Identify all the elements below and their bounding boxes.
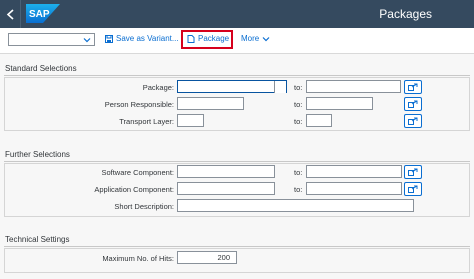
transport-to-field[interactable] [306, 114, 332, 127]
value-help-icon[interactable] [274, 81, 286, 93]
standard-selections-title: Standard Selections [5, 64, 77, 73]
application-from-field[interactable] [177, 182, 275, 195]
person-responsible-label: Person Responsible: [104, 100, 174, 109]
multiple-selection-icon [408, 117, 418, 125]
package-from-field[interactable] [177, 80, 287, 93]
package-label: Package: [142, 83, 174, 92]
save-icon [105, 34, 113, 43]
save-as-variant-label: Save as Variant... [116, 34, 179, 43]
application-component-label: Application Component: [94, 185, 174, 194]
toolbar: Save as Variant... Package More [0, 28, 474, 54]
short-description-field[interactable] [177, 199, 414, 212]
transport-layer-label: Transport Layer: [119, 117, 174, 126]
multiple-selection-button[interactable] [404, 80, 422, 94]
software-to-field[interactable] [306, 165, 402, 178]
multiple-selection-button[interactable] [404, 114, 422, 128]
transport-from-field[interactable] [177, 114, 204, 127]
to-label: to: [294, 117, 303, 126]
chevron-down-icon [262, 36, 270, 41]
multiple-selection-button[interactable] [404, 97, 422, 111]
page-title: Packages [379, 7, 432, 21]
multiple-selection-icon [408, 100, 418, 108]
technical-settings-group [4, 248, 470, 273]
save-as-variant-button[interactable]: Save as Variant... [105, 34, 179, 43]
multiple-selection-button[interactable] [404, 165, 422, 179]
variant-select[interactable] [8, 33, 95, 46]
technical-settings-title: Technical Settings [5, 235, 70, 244]
multiple-selection-icon [408, 83, 418, 91]
shell-bar: SAP Packages [0, 0, 474, 28]
divider [4, 246, 470, 247]
short-description-label: Short Description: [114, 202, 174, 211]
multiple-selection-icon [408, 168, 418, 176]
chevron-down-icon [83, 38, 91, 43]
person-from-field[interactable] [177, 97, 244, 110]
max-hits-field[interactable]: 200 [177, 251, 237, 264]
back-button[interactable] [0, 0, 21, 28]
to-label: to: [294, 185, 303, 194]
software-from-field[interactable] [177, 165, 275, 178]
chevron-left-icon [6, 8, 14, 20]
multiple-selection-icon [408, 185, 418, 193]
application-to-field[interactable] [306, 182, 402, 195]
sap-logo[interactable]: SAP [26, 4, 60, 23]
more-button[interactable]: More [241, 34, 270, 43]
person-to-field[interactable] [306, 97, 373, 110]
to-label: to: [294, 100, 303, 109]
further-selections-title: Further Selections [5, 150, 70, 159]
to-label: to: [294, 83, 303, 92]
max-hits-label: Maximum No. of Hits: [102, 254, 174, 263]
package-to-field[interactable] [306, 80, 401, 93]
software-component-label: Software Component: [101, 168, 174, 177]
divider [4, 75, 470, 76]
to-label: to: [294, 168, 303, 177]
package-highlight [181, 30, 233, 49]
multiple-selection-button[interactable] [404, 182, 422, 196]
more-label: More [241, 34, 260, 43]
divider [4, 161, 470, 162]
svg-text:SAP: SAP [29, 9, 50, 20]
